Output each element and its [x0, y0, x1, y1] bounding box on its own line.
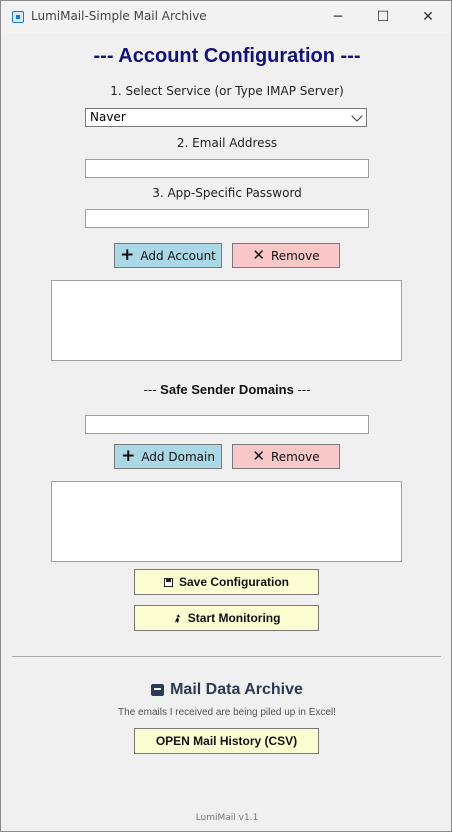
plus-icon: +	[120, 245, 135, 265]
rocket-icon: ➶	[170, 610, 185, 626]
safe-sender-heading-prefix: ---	[143, 382, 161, 397]
add-domain-label: Add Domain	[141, 449, 215, 464]
remove-account-button[interactable]: ✕ Remove	[232, 243, 340, 268]
password-label: 3. App-Specific Password	[152, 186, 302, 200]
domains-listbox[interactable]	[51, 481, 402, 562]
title-bar[interactable]: LumiMail-Simple Mail Archive ─ ☐ ✕	[1, 1, 451, 33]
remove-domain-button[interactable]: ✕ Remove	[232, 444, 340, 469]
save-configuration-button[interactable]: Save Configuration	[134, 569, 319, 595]
accounts-listbox[interactable]	[51, 280, 402, 361]
start-monitoring-label: Start Monitoring	[187, 611, 281, 625]
account-config-heading: --- Account Configuration ---	[93, 45, 361, 67]
service-combobox[interactable]: Naver	[85, 108, 367, 127]
safe-sender-heading: --- Safe Sender Domains ---	[1, 382, 452, 397]
window-title: LumiMail-Simple Mail Archive	[31, 9, 207, 23]
open-mail-history-label: OPEN Mail History (CSV)	[155, 734, 298, 748]
archive-note: The emails I received are being piled up…	[118, 707, 336, 718]
plus-icon: +	[121, 446, 136, 466]
app-icon	[12, 11, 24, 23]
add-account-button[interactable]: + Add Account	[114, 243, 222, 268]
chevron-down-icon[interactable]	[351, 110, 363, 122]
remove-account-label: Remove	[270, 248, 320, 263]
service-label: 1. Select Service (or Type IMAP Server)	[110, 84, 344, 98]
maximize-button[interactable]: ☐	[360, 1, 406, 33]
domain-field[interactable]	[85, 415, 369, 434]
x-icon: ✕	[252, 447, 265, 465]
safe-sender-heading-suffix: ---	[293, 382, 311, 397]
open-mail-history-button[interactable]: OPEN Mail History (CSV)	[134, 728, 319, 754]
password-field[interactable]	[85, 209, 369, 228]
version-footer: LumiMail v1.1	[195, 813, 259, 823]
save-configuration-label: Save Configuration	[178, 575, 289, 589]
email-field[interactable]	[85, 159, 369, 178]
email-label: 2. Email Address	[176, 136, 278, 150]
add-domain-button[interactable]: + Add Domain	[114, 444, 222, 469]
safe-sender-heading-text: Safe Sender Domains	[160, 382, 294, 397]
start-monitoring-button[interactable]: ➶ Start Monitoring	[134, 605, 319, 631]
x-icon: ✕	[252, 246, 265, 264]
archive-box-icon	[151, 684, 165, 696]
app-window: LumiMail-Simple Mail Archive ─ ☐ ✕ --- A…	[0, 0, 452, 832]
minimize-button[interactable]: ─	[315, 1, 361, 33]
add-account-label: Add Account	[140, 248, 216, 263]
archive-heading: Mail Data Archive	[1, 681, 452, 699]
remove-domain-label: Remove	[270, 449, 320, 464]
floppy-disk-icon	[163, 577, 173, 587]
close-button[interactable]: ✕	[405, 1, 451, 33]
archive-title-text: Mail Data Archive	[170, 681, 303, 698]
service-combobox-value: Naver	[90, 110, 126, 124]
section-divider	[12, 656, 441, 657]
